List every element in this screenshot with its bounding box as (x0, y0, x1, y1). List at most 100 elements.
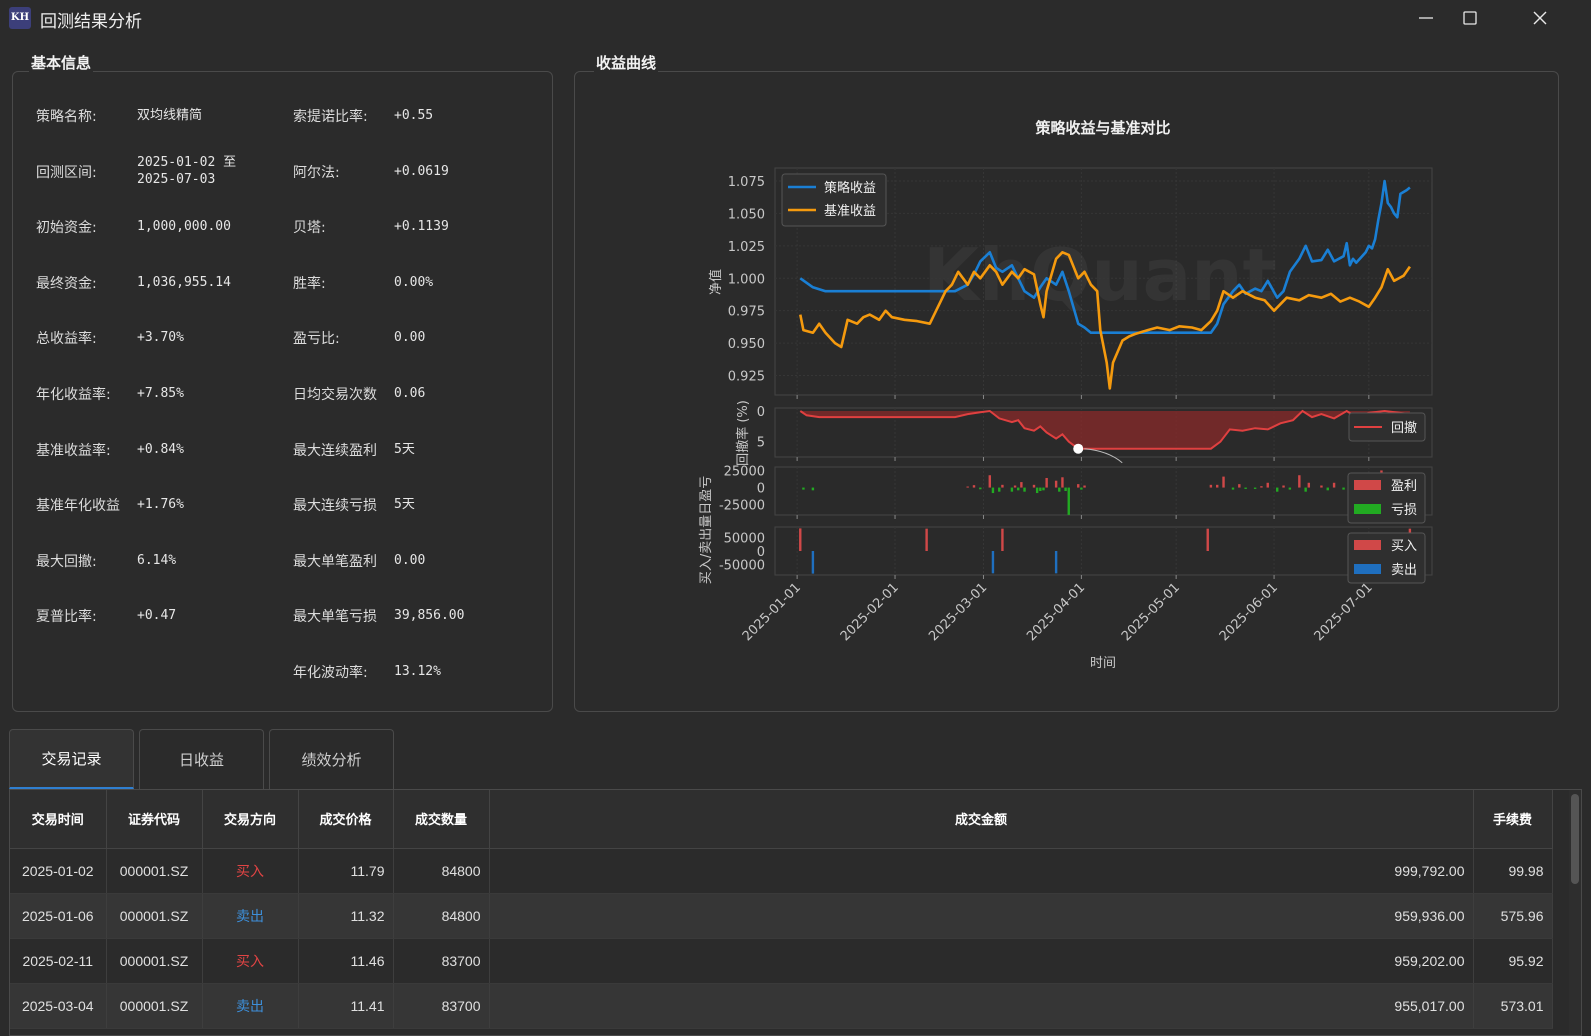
daily-pnl-bar (1326, 487, 1329, 491)
cell-direction: 卖出 (202, 983, 299, 1029)
table-row[interactable]: 2025-02-11 000001.SZ 买入 11.46 83700 959,202.0… (10, 938, 1553, 984)
legend-swatch (1354, 504, 1381, 514)
daily-pnl-bar (988, 475, 991, 488)
trade-table: 交易时间 证券代码 交易方向 成交价格 成交数量 成交金额 手续费 2025-0… (10, 790, 1553, 1029)
cell-time: 2025-02-11 (10, 938, 107, 984)
daily-pnl-bar (1013, 485, 1017, 488)
x-tick-label: 2025-04-01 (1024, 580, 1088, 644)
legend-label: 买入 (1391, 539, 1417, 554)
daily-pnl-bar (1017, 487, 1020, 491)
daily-pnl-bar (1244, 487, 1247, 489)
plot-area-pnl (774, 466, 1433, 516)
x-tick-label: 2025-07-01 (1312, 580, 1376, 644)
y-tick-label: -50000 (719, 558, 765, 573)
cell-direction: 买入 (202, 848, 299, 894)
table-row[interactable]: 2025-01-06 000001.SZ 卖出 11.32 84800 959,936.0… (10, 893, 1553, 939)
daily-pnl-bar (966, 486, 969, 488)
cell-price: 11.32 (298, 893, 394, 939)
daily-pnl-bar (1042, 487, 1045, 491)
daily-pnl-bar (1064, 487, 1067, 491)
cell-quantity: 84800 (393, 848, 490, 894)
trade-volume-bar (1054, 551, 1058, 574)
trade-volume-bar (925, 528, 928, 551)
cell-code: 000001.SZ (106, 893, 203, 939)
col-header-code[interactable]: 证券代码 (106, 790, 203, 849)
y-tick-label: 0.925 (728, 370, 765, 385)
legend-swatch (1354, 480, 1381, 490)
cell-price: 11.79 (298, 848, 394, 894)
daily-pnl-bar (802, 487, 805, 490)
cell-amount: 999,792.00 (489, 848, 1474, 894)
trade-table-container: 交易时间 证券代码 交易方向 成交价格 成交数量 成交金额 手续费 2025-0… (9, 789, 1582, 1036)
daily-pnl-bar (1231, 487, 1235, 490)
y-tick-label: 1.025 (728, 240, 765, 255)
cell-direction: 买入 (202, 938, 299, 984)
cell-time: 2025-01-02 (10, 848, 107, 894)
y-axis-label-nav: 净值 (708, 269, 724, 295)
trade-volume-bar (799, 528, 802, 551)
daily-pnl-bar (1288, 487, 1292, 490)
y-axis-label-trades: 买入/卖出量日盈亏 (699, 476, 714, 584)
legend-label: 亏损 (1391, 503, 1417, 518)
daily-pnl-bar (1083, 485, 1086, 488)
cell-fee: 573.01 (1473, 983, 1553, 1029)
tab-daily-returns[interactable]: 日收益 (139, 729, 264, 789)
daily-pnl-bar (1260, 486, 1263, 488)
table-scrollbar[interactable] (1569, 790, 1581, 1035)
x-tick-label: 2025-06-01 (1217, 580, 1281, 644)
table-row[interactable]: 2025-01-02 000001.SZ 买入 11.79 84800 999,792.0… (10, 848, 1553, 894)
daily-pnl-bar (998, 487, 1001, 492)
daily-pnl-bar (1332, 482, 1336, 488)
daily-pnl-bar (1010, 487, 1014, 492)
col-header-time[interactable]: 交易时间 (10, 790, 107, 849)
daily-pnl-bar (1058, 487, 1061, 492)
y-tick-label: 0.950 (728, 337, 765, 352)
daily-pnl-bar (979, 487, 982, 490)
col-header-fee[interactable]: 手续费 (1473, 790, 1553, 849)
daily-pnl-bar (1001, 484, 1004, 488)
daily-pnl-bar (1209, 484, 1213, 488)
legend-label: 卖出 (1391, 563, 1417, 578)
daily-pnl-bar (1222, 476, 1225, 488)
cell-direction: 卖出 (202, 893, 299, 939)
y-tick-label: -25000 (719, 499, 765, 514)
legend-label: 基准收益 (824, 204, 876, 219)
table-row[interactable]: 2025-03-04 000001.SZ 卖出 11.41 83700 955,017.0… (10, 983, 1553, 1029)
cell-code: 000001.SZ (106, 848, 203, 894)
trade-volume-bar (1001, 528, 1004, 551)
daily-pnl-bar (1045, 477, 1048, 488)
tab-trade-records[interactable]: 交易记录 (9, 729, 134, 789)
x-tick-label: 2025-01-01 (740, 580, 804, 644)
scrollbar-thumb[interactable] (1571, 794, 1579, 884)
daily-pnl-bar (1020, 482, 1023, 488)
cell-fee: 575.96 (1473, 893, 1553, 939)
daily-pnl-bar (1238, 484, 1241, 488)
y-tick-label: 1.050 (728, 207, 765, 222)
chart-title: 策略收益与基准对比 (1034, 119, 1170, 137)
y-tick-label: 0 (757, 405, 765, 420)
daily-pnl-bar (1307, 482, 1311, 488)
cell-quantity: 83700 (393, 983, 490, 1029)
daily-pnl-bar (1253, 487, 1257, 489)
legend-swatch (1354, 540, 1381, 550)
col-header-quantity[interactable]: 成交数量 (393, 790, 490, 849)
daily-pnl-bar (1304, 487, 1307, 492)
cell-fee: 99.98 (1473, 848, 1553, 894)
col-header-price[interactable]: 成交价格 (298, 790, 394, 849)
daily-pnl-bar (1077, 484, 1080, 488)
y-tick-label: 0 (757, 482, 765, 497)
daily-pnl-bar (1276, 487, 1279, 492)
daily-pnl-bar (1282, 485, 1285, 488)
tab-performance[interactable]: 绩效分析 (269, 729, 394, 789)
x-tick-label: 2025-05-01 (1119, 580, 1183, 644)
y-axis-label-drawdown: 回撤率 (%) (735, 400, 751, 466)
cell-fee: 95.92 (1473, 938, 1553, 984)
col-header-amount[interactable]: 成交金额 (489, 790, 1474, 849)
daily-pnl-bar (1067, 487, 1070, 515)
max-drawdown-marker (1073, 443, 1084, 454)
plot-area-tr (774, 526, 1433, 576)
daily-pnl-bar (1298, 475, 1301, 488)
col-header-direction[interactable]: 交易方向 (202, 790, 299, 849)
cell-quantity: 84800 (393, 893, 490, 939)
daily-pnl-bar (1035, 487, 1039, 494)
